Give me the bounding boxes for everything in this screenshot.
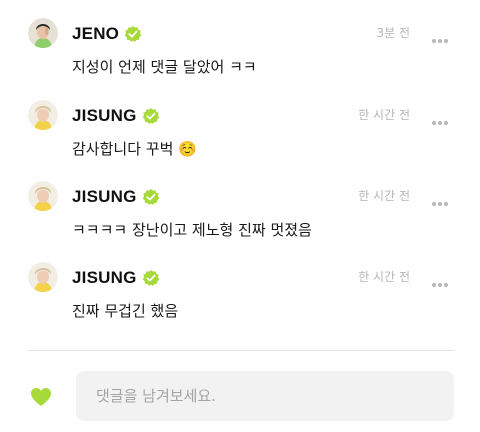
verified-badge-icon	[142, 107, 160, 125]
comment-time: 한 시간 전	[358, 108, 410, 122]
comment-text: 지성이 언제 댓글 달았어 ㅋㅋ	[72, 58, 257, 76]
comment-text: 감사합니다 꾸벅 ☺️	[72, 140, 197, 158]
comment-time: 3분 전	[376, 26, 410, 40]
author-name[interactable]: JISUNG	[72, 187, 137, 207]
comment-time: 한 시간 전	[358, 189, 410, 203]
comment-input[interactable]	[76, 371, 454, 421]
more-options-icon[interactable]	[431, 273, 449, 287]
more-options-icon[interactable]	[431, 29, 449, 43]
author-name[interactable]: JENO	[72, 24, 119, 44]
avatar[interactable]	[28, 100, 58, 130]
author-row: JISUNG	[72, 268, 160, 288]
verified-badge-icon	[142, 188, 160, 206]
verified-badge-icon	[124, 25, 142, 43]
verified-badge-icon	[142, 269, 160, 287]
comments-page: JENO 3분 전 지성이 언제 댓글 달았어 ㅋㅋ JISUNG 한 시간 전…	[0, 0, 480, 432]
more-options-icon[interactable]	[431, 192, 449, 206]
author-row: JENO	[72, 24, 142, 44]
comment-text: 진짜 무겁긴 했음	[72, 302, 179, 320]
author-name[interactable]: JISUNG	[72, 268, 137, 288]
divider	[27, 350, 454, 351]
comment-time: 한 시간 전	[358, 270, 410, 284]
heart-icon[interactable]	[30, 387, 52, 407]
author-row: JISUNG	[72, 187, 160, 207]
avatar[interactable]	[28, 18, 58, 48]
author-row: JISUNG	[72, 106, 160, 126]
avatar[interactable]	[28, 262, 58, 292]
more-options-icon[interactable]	[431, 111, 449, 125]
author-name[interactable]: JISUNG	[72, 106, 137, 126]
comment-text: ㅋㅋㅋㅋ 장난이고 제노형 진짜 멋졌음	[72, 221, 312, 239]
avatar[interactable]	[28, 181, 58, 211]
